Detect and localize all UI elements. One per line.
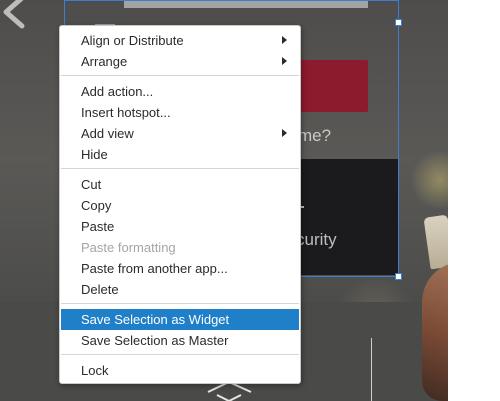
divider-line [371, 338, 372, 401]
submenu-arrow-icon [282, 129, 287, 137]
menu-item-copy[interactable]: Copy [61, 195, 299, 216]
menu-item-insert-hotspot[interactable]: Insert hotspot... [61, 102, 299, 123]
submenu-arrow-icon [282, 36, 287, 44]
menu-item-label: Lock [81, 363, 109, 378]
red-action-button[interactable] [298, 60, 368, 112]
menu-item-label: Paste [81, 219, 115, 234]
menu-item-arrange[interactable]: Arrange [61, 51, 299, 72]
menu-item-paste[interactable]: Paste [61, 216, 299, 237]
menu-item-save-selection-as-widget[interactable]: Save Selection as Widget [61, 309, 299, 330]
menu-item-label: Save Selection as Widget [81, 312, 230, 327]
menu-item-cut[interactable]: Cut [61, 174, 299, 195]
menu-item-align-or-distribute[interactable]: Align or Distribute [61, 30, 299, 51]
background-bokeh [410, 150, 448, 210]
resize-handle-bottom-right[interactable] [395, 273, 402, 280]
menu-item-label: Cut [81, 177, 102, 192]
canvas-margin [448, 0, 500, 401]
coffee-cup-image [423, 214, 448, 270]
menu-item-label: Save Selection as Master [81, 333, 229, 348]
menu-separator [61, 354, 299, 355]
menu-item-label: Paste formatting [81, 240, 176, 255]
menu-item-save-selection-as-master[interactable]: Save Selection as Master [61, 330, 299, 351]
menu-item-label: Hide [81, 147, 108, 162]
menu-item-label: Copy [81, 198, 112, 213]
canvas-text-security: curity [296, 230, 337, 249]
context-menu: Align or Distribute Arrange Add action..… [59, 25, 301, 384]
menu-item-label: Arrange [81, 54, 128, 69]
menu-item-paste-formatting: Paste formatting [61, 237, 299, 258]
menu-separator [61, 75, 299, 76]
chevron-left-icon[interactable] [0, 0, 32, 32]
menu-item-add-action[interactable]: Add action... [61, 81, 299, 102]
menu-item-label: Insert hotspot... [81, 105, 171, 120]
resize-handle-top-right[interactable] [395, 19, 402, 26]
menu-item-label: Align or Distribute [81, 33, 184, 48]
menu-item-lock[interactable]: Lock [61, 360, 299, 381]
menu-item-delete[interactable]: Delete [61, 279, 299, 300]
menu-item-label: Add view [81, 126, 134, 141]
menu-item-label: Paste from another app... [81, 261, 228, 276]
input-field-ghost [124, 0, 368, 8]
submenu-arrow-icon [282, 57, 287, 65]
menu-item-label: Delete [81, 282, 119, 297]
menu-separator [61, 303, 299, 304]
menu-item-label: Add action... [81, 84, 154, 99]
menu-item-add-view[interactable]: Add view [61, 123, 299, 144]
hand-image [422, 262, 448, 401]
menu-item-hide[interactable]: Hide [61, 144, 299, 165]
menu-item-paste-from-another-app[interactable]: Paste from another app... [61, 258, 299, 279]
canvas-text-question: me? [298, 126, 332, 145]
dark-card [284, 159, 398, 275]
menu-separator [61, 168, 299, 169]
